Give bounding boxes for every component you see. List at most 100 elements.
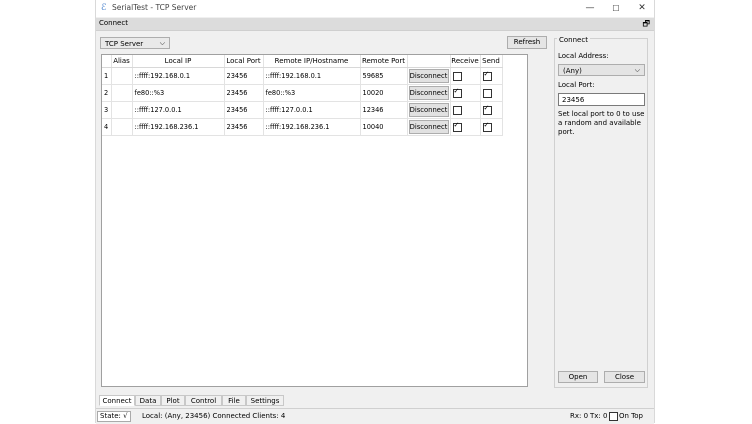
refresh-button[interactable]: Refresh <box>507 36 547 49</box>
disconnect-button[interactable]: Disconnect <box>408 86 449 100</box>
disconnect-button[interactable]: Disconnect <box>408 120 449 134</box>
connect-group <box>554 38 648 388</box>
title-bar: ℰ SerialTest - TCP Server — ☐ ✕ <box>96 0 654 17</box>
state-indicator[interactable]: State: √ <box>97 411 131 422</box>
local-ip-cell[interactable]: fe80::%3 <box>132 84 225 102</box>
column-header[interactable]: Alias <box>111 55 133 68</box>
receive-checkbox[interactable] <box>452 105 462 115</box>
local-address-label: Local Address: <box>558 52 609 60</box>
status-info: Local: (Any, 23456) Connected Clients: 4 <box>142 412 286 420</box>
chevron-down-icon: ⌵ <box>159 39 165 47</box>
send-checkbox[interactable] <box>482 70 492 81</box>
local-address-value: (Any) <box>563 67 582 75</box>
remote-port-cell[interactable]: 12346 <box>360 101 408 119</box>
row-number-header <box>102 55 112 68</box>
remote-port-cell[interactable]: 10040 <box>360 118 408 136</box>
remote-ip-cell[interactable]: ::ffff:127.0.0.1 <box>263 101 361 119</box>
open-button[interactable]: Open <box>558 371 598 383</box>
disconnect-button[interactable]: Disconnect <box>408 69 449 83</box>
tab-control[interactable]: Control <box>185 395 222 406</box>
table-row[interactable]: 2 fe80::%3 23456 fe80::%3 10020 Disconnect <box>102 84 503 102</box>
remote-ip-cell[interactable]: fe80::%3 <box>263 84 361 102</box>
table-row[interactable]: 4::ffff:192.168.236.1 23456::ffff:192.168… <box>102 118 503 136</box>
row-number: 2 <box>102 84 112 102</box>
action-cell: Disconnect <box>407 84 451 102</box>
receive-checkbox[interactable] <box>452 87 462 98</box>
on-top-label: On Top <box>619 412 643 420</box>
alias-cell[interactable] <box>111 84 133 102</box>
close-window-button[interactable]: ✕ <box>629 0 655 17</box>
receive-checkbox[interactable] <box>452 121 462 132</box>
receive-checkbox[interactable] <box>452 71 462 81</box>
column-header[interactable]: Remote IP/Hostname <box>263 55 361 68</box>
column-header[interactable]: Local Port <box>224 55 264 68</box>
connections-table: Alias Local IP Local Port Remote IP/Host… <box>102 55 503 136</box>
on-top-checkbox[interactable] <box>609 412 618 421</box>
tab-plot[interactable]: Plot <box>161 395 185 406</box>
receive-cell <box>450 101 481 119</box>
local-port-value: 23456 <box>562 96 585 104</box>
column-header[interactable] <box>407 55 451 68</box>
connections-table-box: Alias Local IP Local Port Remote IP/Host… <box>101 54 528 387</box>
local-port-cell[interactable]: 23456 <box>224 84 264 102</box>
local-port-cell[interactable]: 23456 <box>224 118 264 136</box>
local-ip-cell[interactable]: ::ffff:192.168.236.1 <box>132 118 225 136</box>
remote-ip-cell[interactable]: ::ffff:192.168.0.1 <box>263 67 361 85</box>
receive-cell <box>450 84 481 102</box>
column-header[interactable]: Receive <box>450 55 481 68</box>
column-header[interactable]: Remote Port <box>360 55 408 68</box>
send-checkbox[interactable] <box>482 104 492 115</box>
alias-cell[interactable] <box>111 118 133 136</box>
local-port-cell[interactable]: 23456 <box>224 101 264 119</box>
table-row[interactable]: 3::ffff:127.0.0.1 23456::ffff:127.0.0.1 12… <box>102 101 503 119</box>
row-number: 3 <box>102 101 112 119</box>
table-row[interactable]: 1::ffff:192.168.0.1 23456::ffff:192.168.0… <box>102 67 503 85</box>
row-number: 4 <box>102 118 112 136</box>
tab-data[interactable]: Data <box>135 395 161 406</box>
tab-settings[interactable]: Settings <box>246 395 284 406</box>
row-number: 1 <box>102 67 112 85</box>
local-ip-cell[interactable]: ::ffff:192.168.0.1 <box>132 67 225 85</box>
connect-group-title: Connect <box>557 36 590 44</box>
send-checkbox[interactable] <box>482 121 492 132</box>
local-port-label: Local Port: <box>558 81 595 89</box>
mode-select[interactable]: TCP Server ⌵ <box>100 37 170 49</box>
dock-header: Connect 🗗 <box>96 18 654 31</box>
action-cell: Disconnect <box>407 101 451 119</box>
column-header[interactable]: Local IP <box>132 55 225 68</box>
dock-title: Connect <box>99 19 128 27</box>
send-cell <box>480 101 503 119</box>
local-port-input[interactable]: 23456 <box>558 93 645 106</box>
action-cell: Disconnect <box>407 118 451 136</box>
send-checkbox[interactable] <box>482 88 492 98</box>
local-address-select[interactable]: (Any) ⌵ <box>558 64 645 76</box>
alias-cell[interactable] <box>111 101 133 119</box>
remote-ip-cell[interactable]: ::ffff:192.168.236.1 <box>263 118 361 136</box>
receive-cell <box>450 67 481 85</box>
local-ip-cell[interactable]: ::ffff:127.0.0.1 <box>132 101 225 119</box>
tab-file[interactable]: File <box>222 395 246 406</box>
disconnect-button[interactable]: Disconnect <box>408 103 449 117</box>
send-cell <box>480 67 503 85</box>
main-window: ℰ SerialTest - TCP Server — ☐ ✕ Connect … <box>95 0 655 424</box>
status-bar: State: √ Local: (Any, 23456) Connected C… <box>96 408 654 424</box>
remote-port-cell[interactable]: 10020 <box>360 84 408 102</box>
rx-count: Rx: 0 <box>570 412 589 420</box>
local-port-cell[interactable]: 23456 <box>224 67 264 85</box>
column-header[interactable]: Send <box>480 55 503 68</box>
minimize-button[interactable]: — <box>577 0 603 17</box>
mode-select-value: TCP Server <box>105 40 144 48</box>
maximize-button[interactable]: ☐ <box>603 0 629 17</box>
remote-port-cell[interactable]: 59685 <box>360 67 408 85</box>
tab-connect[interactable]: Connect <box>99 395 135 406</box>
table-header-row: Alias Local IP Local Port Remote IP/Host… <box>102 55 503 68</box>
action-cell: Disconnect <box>407 67 451 85</box>
chevron-down-icon: ⌵ <box>634 66 640 74</box>
alias-cell[interactable] <box>111 67 133 85</box>
float-icon[interactable]: 🗗 <box>642 18 650 32</box>
close-button[interactable]: Close <box>604 371 645 383</box>
window-title: SerialTest - TCP Server <box>112 3 197 12</box>
send-cell <box>480 84 503 102</box>
send-cell <box>480 118 503 136</box>
receive-cell <box>450 118 481 136</box>
